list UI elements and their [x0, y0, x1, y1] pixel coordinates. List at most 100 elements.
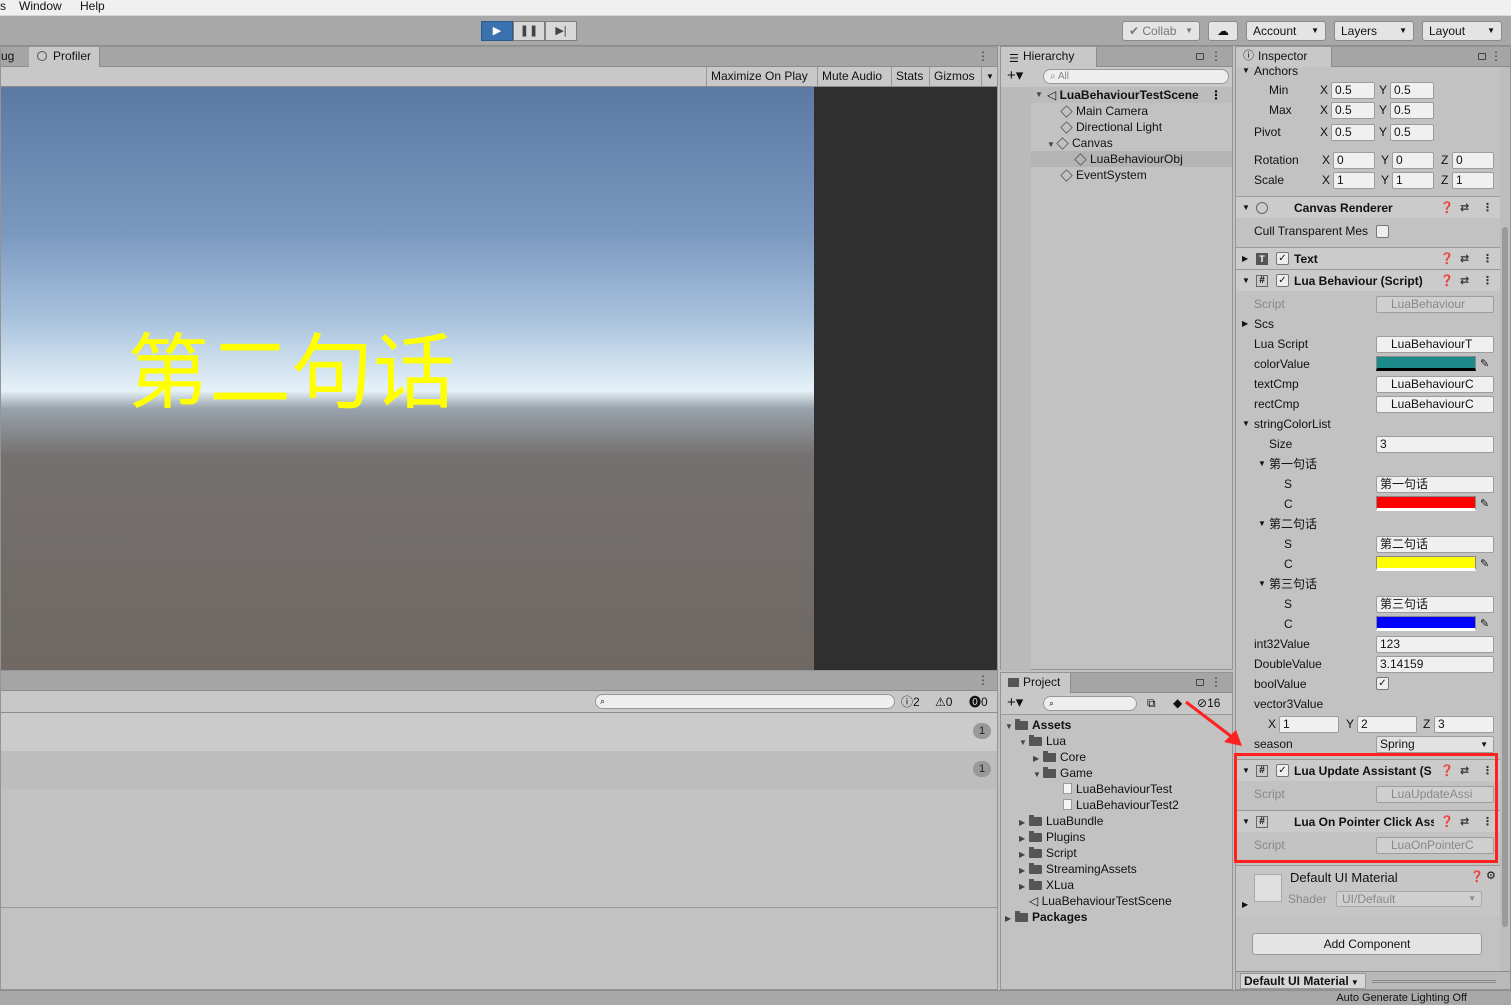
menu-item-help[interactable]: Help: [80, 0, 105, 13]
lock-icon[interactable]: [1196, 53, 1204, 60]
panel-menu-icon[interactable]: ⋮: [1210, 676, 1222, 688]
lock-icon[interactable]: [1478, 53, 1486, 60]
layout-dropdown[interactable]: Layout ▼: [1422, 21, 1502, 41]
element-2-color-swatch[interactable]: [1376, 616, 1476, 631]
pivot-x-field[interactable]: 0.5: [1331, 124, 1375, 141]
element-0-s-field[interactable]: 第一句话: [1376, 476, 1494, 493]
folder-streamingassets[interactable]: ▶ StreamingAssets: [1001, 861, 1232, 877]
shader-dropdown[interactable]: UI/Default ▼: [1336, 891, 1482, 907]
folder-plugins[interactable]: ▶ Plugins: [1001, 829, 1232, 845]
scale-z-field[interactable]: 1: [1452, 172, 1494, 189]
element-1-s-field[interactable]: 第二句话: [1376, 536, 1494, 553]
string-color-list-foldout[interactable]: ▼ stringColorList: [1236, 414, 1500, 434]
anchor-max-y-field[interactable]: 0.5: [1390, 102, 1434, 119]
anchor-max-x-field[interactable]: 0.5: [1331, 102, 1375, 119]
tab-profiler[interactable]: Profiler: [29, 47, 101, 67]
menu-item-window[interactable]: Window: [19, 0, 62, 13]
lighting-status[interactable]: Auto Generate Lighting Off: [1336, 993, 1467, 1004]
filter-type-icon[interactable]: ⧉: [1147, 696, 1156, 711]
hierarchy-item-main-camera[interactable]: Main Camera: [1001, 103, 1232, 119]
element-0-color-swatch[interactable]: [1376, 496, 1476, 511]
vector3-z-field[interactable]: 3: [1434, 716, 1494, 733]
scs-foldout[interactable]: ▶ Scs: [1236, 314, 1500, 334]
panel-menu-icon[interactable]: ⋮: [977, 674, 989, 686]
console-log-row[interactable]: 1: [1, 713, 997, 751]
help-icon[interactable]: ❓: [1440, 270, 1454, 292]
tab-project[interactable]: Project: [1001, 673, 1071, 693]
menu-item-s[interactable]: s: [0, 0, 6, 13]
scrollbar-thumb[interactable]: [1502, 227, 1508, 927]
error-count-toggle[interactable]: ⓿0: [969, 693, 988, 711]
material-preview-dropdown[interactable]: Default UI Material ▼: [1240, 973, 1366, 989]
element-1-foldout[interactable]: ▼ 第二句话: [1236, 514, 1500, 534]
vector3-y-field[interactable]: 2: [1357, 716, 1417, 733]
lua-script-field[interactable]: LuaBehaviourT: [1376, 336, 1494, 353]
eyedropper-icon[interactable]: ✎: [1480, 554, 1489, 574]
play-button[interactable]: ▶: [481, 21, 513, 41]
panel-menu-icon[interactable]: ⋮: [977, 50, 989, 62]
tab-hierarchy[interactable]: ☰ Hierarchy: [1001, 47, 1097, 67]
rect-cmp-field[interactable]: LuaBehaviourC: [1376, 396, 1494, 413]
gizmos-dropdown-icon[interactable]: ▼: [981, 67, 994, 86]
double-field[interactable]: 3.14159: [1376, 656, 1494, 673]
vector3-x-field[interactable]: 1: [1279, 716, 1339, 733]
eyedropper-icon[interactable]: ✎: [1480, 354, 1489, 374]
preset-icon[interactable]: ⇄: [1460, 197, 1469, 219]
layers-dropdown[interactable]: Layers ▼: [1334, 21, 1414, 41]
canvas-renderer-header[interactable]: ▼ Canvas Renderer ❓ ⇄ ⋮: [1236, 196, 1500, 218]
panel-menu-icon[interactable]: ⋮: [1490, 50, 1502, 62]
folder-xlua[interactable]: ▶ XLua: [1001, 877, 1232, 893]
preview-resize-handle[interactable]: [1372, 980, 1496, 983]
lock-icon[interactable]: [1196, 679, 1204, 686]
preset-icon[interactable]: ⇄: [1460, 248, 1469, 270]
text-enabled-checkbox[interactable]: ✓: [1276, 252, 1289, 265]
folder-luabundle[interactable]: ▶ LuaBundle: [1001, 813, 1232, 829]
hierarchy-item-eventsystem[interactable]: EventSystem: [1001, 167, 1232, 183]
console-search-input[interactable]: ⌕: [595, 694, 895, 709]
lua-behaviour-enabled-checkbox[interactable]: ✓: [1276, 274, 1289, 287]
step-button[interactable]: ▶|: [545, 21, 577, 41]
scale-x-field[interactable]: 1: [1333, 172, 1375, 189]
anchors-foldout[interactable]: ▼ Anchors: [1236, 63, 1500, 79]
component-menu-icon[interactable]: ⋮: [1482, 248, 1493, 270]
panel-menu-icon[interactable]: ⋮: [1210, 50, 1222, 62]
eyedropper-icon[interactable]: ✎: [1480, 494, 1489, 514]
console-log-row[interactable]: 1: [1, 751, 997, 789]
help-icon[interactable]: ❓: [1470, 870, 1484, 883]
file-luabehaviourtest2[interactable]: LuaBehaviourTest2: [1001, 797, 1232, 813]
text-component-header[interactable]: ▶ T ✓ Text ❓ ⇄ ⋮: [1236, 247, 1500, 269]
hierarchy-search-input[interactable]: ⌕ All: [1043, 69, 1229, 84]
mute-audio-toggle[interactable]: Mute Audio: [817, 67, 886, 86]
scene-menu-icon[interactable]: ⋮: [1210, 87, 1222, 103]
collapse-arrow-icon[interactable]: ▶: [1242, 900, 1248, 909]
cull-transparent-checkbox[interactable]: [1376, 225, 1389, 238]
rotation-x-field[interactable]: 0: [1333, 152, 1375, 169]
file-scene[interactable]: ◁ LuaBehaviourTestScene: [1001, 893, 1232, 909]
gear-icon[interactable]: ⚙: [1486, 869, 1496, 882]
game-view[interactable]: 第二句话: [1, 87, 814, 671]
create-asset-button[interactable]: +▾: [1007, 694, 1023, 712]
add-object-button[interactable]: +▾: [1007, 67, 1023, 85]
folder-packages[interactable]: ▶ Packages: [1001, 909, 1232, 925]
hierarchy-item-directional-light[interactable]: Directional Light: [1001, 119, 1232, 135]
collab-button[interactable]: ✔ Collab ▼: [1122, 21, 1200, 41]
element-1-color-swatch[interactable]: [1376, 556, 1476, 571]
anchor-min-x-field[interactable]: 0.5: [1331, 82, 1375, 99]
help-icon[interactable]: ❓: [1440, 248, 1454, 270]
element-2-foldout[interactable]: ▼ 第三句话: [1236, 574, 1500, 594]
cloud-button[interactable]: ☁: [1208, 21, 1238, 41]
rotation-z-field[interactable]: 0: [1452, 152, 1494, 169]
list-size-field[interactable]: 3: [1376, 436, 1494, 453]
scene-row[interactable]: ▼ ◁ LuaBehaviourTestScene ⋮: [1001, 87, 1232, 103]
scale-y-field[interactable]: 1: [1392, 172, 1434, 189]
help-icon[interactable]: ❓: [1440, 197, 1454, 219]
preset-icon[interactable]: ⇄: [1460, 270, 1469, 292]
component-menu-icon[interactable]: ⋮: [1482, 270, 1493, 292]
color-value-swatch[interactable]: [1376, 356, 1476, 371]
warning-count-toggle[interactable]: ⚠0: [935, 693, 952, 711]
add-component-button[interactable]: Add Component: [1252, 933, 1482, 955]
hierarchy-item-luabehaviourobj[interactable]: LuaBehaviourObj: [1001, 151, 1232, 167]
inspector-scrollbar[interactable]: [1500, 67, 1510, 989]
maximize-on-play-toggle[interactable]: Maximize On Play: [706, 67, 812, 86]
account-dropdown[interactable]: Account ▼: [1246, 21, 1326, 41]
